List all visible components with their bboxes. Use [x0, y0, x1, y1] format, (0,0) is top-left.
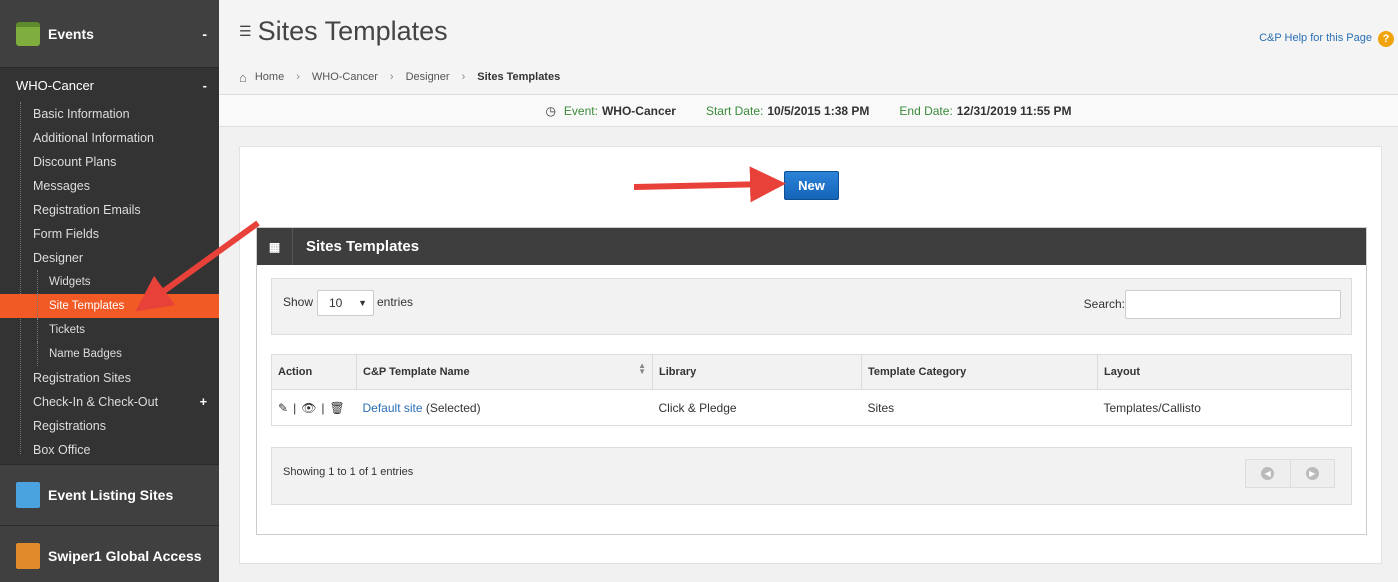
breadcrumb-designer[interactable]: Designer	[406, 71, 450, 83]
edit-icon[interactable]: ✎	[278, 401, 288, 415]
sidebar-item-name-badges[interactable]: Name Badges	[0, 342, 219, 366]
breadcrumb: ⌂ Home › WHO-Cancer › Designer › Sites T…	[219, 60, 1398, 95]
sidebar-event-listing-label: Event Listing Sites	[48, 487, 174, 503]
help-icon[interactable]: ?	[1378, 31, 1394, 47]
breadcrumb-current: Sites Templates	[477, 71, 561, 83]
search-input[interactable]	[1125, 290, 1341, 319]
table-row: ✎ | 👁 | 🗑 Default site (Selected) Click	[272, 390, 1352, 426]
home-icon[interactable]: ⌂	[239, 70, 247, 85]
sidebar-item-tickets[interactable]: Tickets	[0, 318, 219, 342]
page-title-text: Sites Templates	[257, 16, 448, 46]
chevron-right-icon: ›	[461, 71, 466, 83]
breadcrumb-home[interactable]: Home	[255, 71, 284, 83]
event-info-bar: ◷ Event: WHO-Cancer Start Date: 10/5/201…	[219, 95, 1398, 127]
entries-label: entries	[377, 295, 414, 309]
calendar-icon	[16, 21, 40, 46]
event-label: Event:	[563, 103, 598, 118]
start-date-label: Start Date:	[705, 103, 764, 118]
help-link[interactable]: C&P Help for this Page	[1259, 32, 1372, 44]
sidebar-item-widgets[interactable]: Widgets	[0, 270, 219, 294]
sidebar-item-label: Check-In & Check-Out	[33, 395, 159, 409]
sidebar-nav: Basic Information Additional Information…	[0, 102, 219, 464]
show-label: Show	[283, 295, 314, 309]
entries-select-value: 10	[329, 296, 343, 310]
sidebar-item-additional-information[interactable]: Additional Information	[0, 126, 219, 150]
card-reader-icon	[16, 543, 40, 569]
sidebar-item-site-templates[interactable]: Site Templates	[0, 294, 219, 318]
sidebar-item-form-fields[interactable]: Form Fields	[0, 222, 219, 246]
pagination-info: Showing 1 to 1 of 1 entries	[283, 466, 414, 478]
table-footer: Showing 1 to 1 of 1 entries ◀ ▶	[271, 447, 1352, 505]
sidebar-item-box-office[interactable]: Box Office	[0, 438, 219, 462]
sort-icon[interactable]: ▲ ▼	[638, 362, 646, 376]
sidebar-swiper-label: Swiper1 Global Access	[48, 548, 202, 564]
sidebar-item-registration-emails[interactable]: Registration Emails	[0, 198, 219, 222]
title-bar: ☰ Sites Templates C&P Help for this Page…	[219, 0, 1398, 60]
document-icon	[16, 482, 40, 508]
column-header-library: Library	[652, 354, 862, 390]
sidebar-event-name[interactable]: WHO-Cancer -	[0, 68, 219, 102]
sidebar: Events - WHO-Cancer - Basic Information …	[0, 0, 219, 582]
sidebar-item-basic-information[interactable]: Basic Information	[0, 102, 219, 126]
column-header-template-category: Template Category	[861, 354, 1098, 390]
divider: |	[293, 400, 297, 415]
next-page-button[interactable]: ▶	[1291, 460, 1335, 487]
start-date-value: 10/5/2015 1:38 PM	[767, 103, 870, 118]
templates-table: Action C&P Template Name ▲ ▼ Library Temp…	[271, 354, 1352, 426]
pagination: ◀ ▶	[1245, 459, 1335, 488]
column-header-label: C&P Template Name	[363, 366, 470, 378]
sites-templates-widget: ▦ Sites Templates Show 10 ▼ entries Sear…	[256, 227, 1367, 535]
template-name-link[interactable]: Default site	[363, 401, 423, 415]
arrow-right-icon: ▶	[1305, 467, 1319, 480]
end-date-value: 12/31/2019 11:55 PM	[956, 103, 1072, 118]
sidebar-event-label: WHO-Cancer	[16, 77, 95, 93]
new-button[interactable]: New	[784, 171, 839, 200]
template-name-cell: Default site (Selected)	[357, 390, 653, 426]
sidebar-swiper-global-access[interactable]: Swiper1 Global Access	[0, 525, 219, 582]
eye-icon[interactable]: 👁	[301, 401, 316, 415]
widget-header: ▦ Sites Templates	[257, 228, 1366, 265]
sidebar-item-discount-plans[interactable]: Discount Plans	[0, 150, 219, 174]
sidebar-event-listing-sites[interactable]: Event Listing Sites	[0, 464, 219, 525]
caret-down-icon: ▼	[358, 298, 367, 308]
sidebar-item-designer[interactable]: Designer	[0, 246, 219, 270]
trash-icon[interactable]: 🗑	[330, 401, 345, 415]
sidebar-events-header[interactable]: Events -	[0, 0, 219, 68]
previous-page-button[interactable]: ◀	[1246, 460, 1291, 487]
arrow-left-icon: ◀	[1261, 467, 1275, 480]
row-actions: ✎ | 👁 | 🗑	[272, 390, 357, 426]
widget-title: Sites Templates	[306, 238, 420, 255]
content-panel: New ▦ Sites Templates Show 10 ▼ entries …	[239, 146, 1382, 564]
event-value: WHO-Cancer	[601, 103, 676, 118]
column-header-layout: Layout	[1097, 354, 1352, 390]
sidebar-item-check-in-check-out[interactable]: Check-In & Check-Out +	[0, 390, 219, 414]
sidebar-item-registration-sites[interactable]: Registration Sites	[0, 366, 219, 390]
sidebar-item-messages[interactable]: Messages	[0, 174, 219, 198]
expand-icon[interactable]: +	[200, 390, 207, 414]
column-header-template-name[interactable]: C&P Template Name ▲ ▼	[356, 354, 653, 390]
collapse-icon[interactable]: -	[202, 26, 207, 42]
library-cell: Click & Pledge	[658, 400, 737, 415]
layout-cell: Templates/Callisto	[1103, 400, 1201, 415]
chevron-right-icon: ›	[296, 71, 300, 83]
sidebar-events-label: Events	[48, 25, 94, 42]
divider: |	[321, 400, 325, 415]
search-label: Search:	[1083, 297, 1125, 311]
entries-select[interactable]: 10 ▼	[317, 290, 374, 316]
page-title: ☰ Sites Templates	[239, 16, 448, 47]
list-icon: ☰	[239, 23, 252, 39]
sidebar-item-registrations[interactable]: Registrations	[0, 414, 219, 438]
template-selected-label: (Selected)	[425, 400, 481, 415]
table-controls: Show 10 ▼ entries Search:	[271, 278, 1352, 335]
main-content: ☰ Sites Templates C&P Help for this Page…	[219, 0, 1398, 582]
end-date-label: End Date:	[899, 103, 953, 118]
collapse-icon[interactable]: -	[203, 78, 207, 93]
category-cell: Sites	[867, 400, 895, 415]
breadcrumb-event[interactable]: WHO-Cancer	[312, 71, 378, 83]
chevron-right-icon: ›	[389, 71, 394, 83]
clock-icon: ◷	[545, 103, 556, 118]
grid-icon: ▦	[257, 228, 293, 265]
column-header-action: Action	[271, 354, 357, 390]
